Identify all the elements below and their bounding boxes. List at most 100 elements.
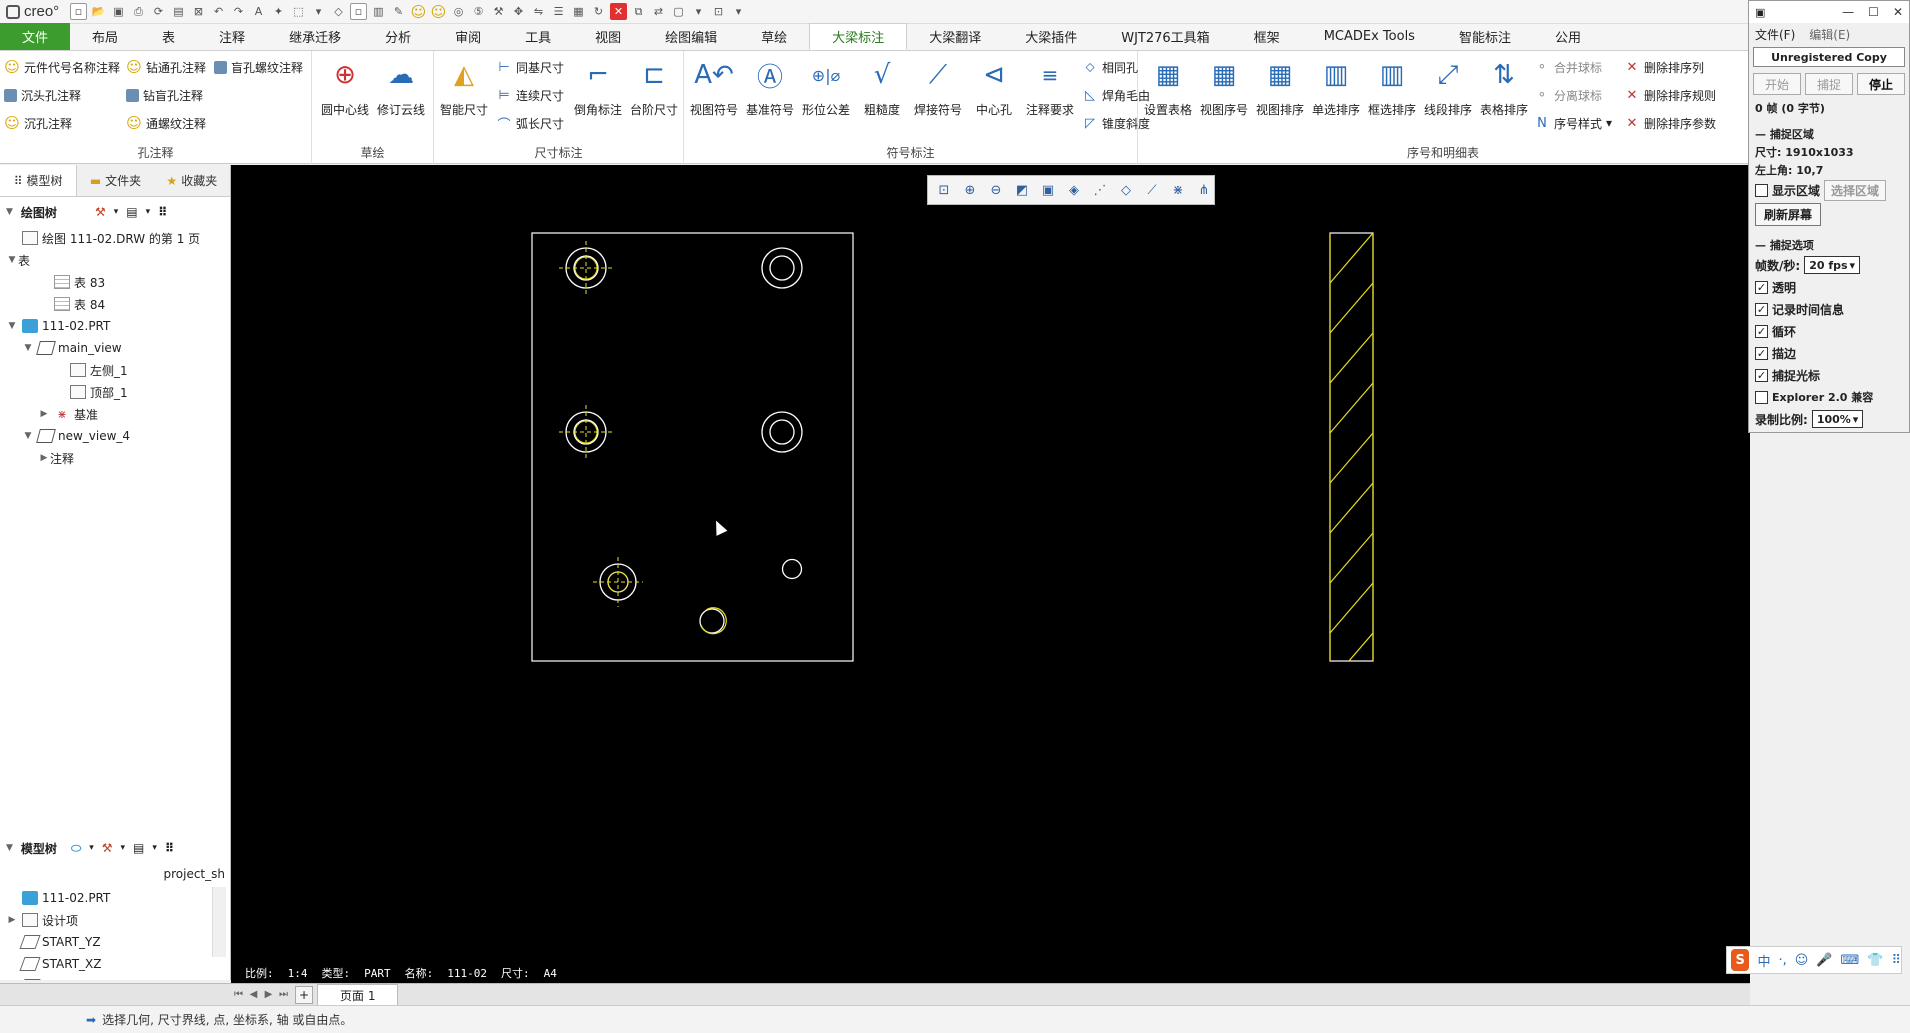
collapse-icon[interactable]: ▼ [6,207,13,217]
model-tree-row[interactable]: ▶ 设计项 [0,909,231,931]
edit-icon[interactable]: ✎ [390,3,407,20]
counterbore-hole-3[interactable] [559,405,613,459]
table-sort-button[interactable]: ⇅ 表格排序 [1476,55,1532,135]
model-icon[interactable]: ⬭ [71,841,81,856]
arc-length-dim-button[interactable]: ⌒ 弧长尺寸 [496,111,564,135]
tab-5[interactable]: 分析 [363,23,433,50]
text-style-icon[interactable]: A [250,3,267,20]
box-sort-button[interactable]: ▥ 框选排序 [1364,55,1420,135]
start-button[interactable]: 开始 [1753,73,1801,95]
print-icon[interactable]: ⎙ [130,3,147,20]
tab-folder[interactable]: ▬ 文件夹 [77,165,153,196]
number-icon[interactable]: ⑤ [470,3,487,20]
toolbox-icon[interactable]: ⠿ [1891,953,1901,968]
eraser-icon[interactable]: ◇ [330,3,347,20]
tab-15[interactable]: 框架 [1232,23,1302,50]
option-checkbox[interactable]: ✓ [1755,280,1768,294]
menu-edit[interactable]: 编辑(E) [1809,26,1850,43]
page-icon[interactable]: ▫ [350,3,367,20]
tree-row[interactable]: ▼ 表 [0,249,230,271]
expand-toggle-icon[interactable]: ▼ [6,321,18,331]
model-tree-row[interactable]: START_YZ [0,931,231,953]
tree-filter-icon[interactable]: ⠿ [158,205,167,219]
chain-dim-button[interactable]: ⊨ 连续尺寸 [496,83,564,107]
tab-9[interactable]: 绘图编辑 [643,23,739,50]
align-icon[interactable]: ☰ [550,3,567,20]
window-switch-icon[interactable]: ⊡ [710,3,727,20]
select-region-button[interactable]: 选择区域 [1824,179,1887,201]
counterbore-hole-5[interactable] [593,557,643,607]
punctuation-icon[interactable]: ·, [1779,953,1787,968]
keyboard-icon[interactable]: ⌨ [1841,953,1860,968]
rotate-icon[interactable]: ↻ [590,3,607,20]
part-code-name-note-button[interactable]: ☺ 元件代号名称注释 [4,55,120,79]
tree-row[interactable]: ▶ ⋇ 基准 [0,403,230,425]
refresh-screen-button[interactable]: 刷新屏幕 [1755,203,1822,226]
tab-0[interactable]: 文件 [0,23,71,50]
smart-dimension-button[interactable]: ◭ 智能尺寸 [436,55,492,135]
tab-6[interactable]: 审阅 [433,23,503,50]
section-view[interactable] [1329,232,1374,683]
small-hole[interactable] [781,558,803,580]
tab-1[interactable]: 布局 [70,23,140,50]
option-checkbox[interactable]: ✓ [1755,368,1768,382]
counterbore-hole-4[interactable] [761,411,803,453]
circle-centerline-button[interactable]: ⊕ 圆中心线 [317,55,373,135]
layers-icon[interactable]: ▥ [370,3,387,20]
datum-symbol-button[interactable]: Ⓐ 基准符号 [742,55,798,135]
tree-settings-icon[interactable]: ⚒ [102,841,113,855]
close-window-icon[interactable]: ⊠ [190,3,207,20]
counterbore-hole-1[interactable] [559,241,613,295]
model-tree-row[interactable]: 111-02.PRT [0,887,231,909]
expand-toggle-icon[interactable]: ▼ [6,255,18,265]
arrange-icon[interactable]: ⇄ [650,3,667,20]
merge-balloon-button[interactable]: ⚬ 合并球标 [1534,55,1602,79]
render-icon[interactable]: ✦ [270,3,287,20]
single-sort-button[interactable]: ▥ 单选排序 [1308,55,1364,135]
tree-filter-icon[interactable]: ⠿ [165,841,174,855]
blind-hole-note-button[interactable]: 钻盲孔注释 [126,83,203,107]
last-page-icon[interactable]: ⏭ [276,989,291,1000]
tree-row[interactable]: 表 84 [0,293,230,315]
model-tree-row[interactable]: START_XZ [0,953,231,975]
capture-button[interactable]: 捕捉 [1805,73,1853,95]
minimize-icon[interactable]: — [1842,5,1854,19]
chevron-down-icon[interactable]: ▾ [146,207,151,217]
add-page-button[interactable]: + [295,985,313,1004]
tree-row[interactable]: 左侧_1 [0,359,230,381]
counterbore-note-button[interactable]: ☺ 沉孔注释 [4,111,72,135]
tab-4[interactable]: 继承迁移 [267,23,363,50]
step-dim-button[interactable]: ⊏ 台阶尺寸 [626,55,682,135]
same-hole-button[interactable]: ⬦ 相同孔 [1082,55,1138,79]
tab-2[interactable]: 表 [140,23,197,50]
table-icon[interactable]: ▦ [570,3,587,20]
chevron-down-icon[interactable]: ▾ [120,843,125,853]
tab-favorites[interactable]: ★ 收藏夹 [154,165,230,196]
dropdown-arrow-icon[interactable]: ▾ [690,3,707,20]
delete-icon[interactable]: ✕ [610,3,627,20]
smiley-icon-1[interactable]: ☺ [410,3,427,21]
through-thread-note-button[interactable]: ☺ 通螺纹注释 [126,111,206,135]
option-checkbox[interactable]: ✓ [1755,302,1768,316]
tree-row[interactable]: 顶部_1 [0,381,230,403]
undo-icon[interactable]: ↶ [210,3,227,20]
customize-qa-icon[interactable]: ▾ [730,3,747,20]
tab-10[interactable]: 草绘 [739,23,809,50]
save-icon[interactable]: ▣ [110,3,127,20]
note-requirement-button[interactable]: ≡ 注释要求 [1022,55,1078,135]
expand-toggle-icon[interactable]: ▼ [22,343,34,353]
weld-symbol-button[interactable]: ⟋ 焊接符号 [910,55,966,135]
option-checkbox[interactable]: ✓ [1755,346,1768,360]
expand-toggle-icon[interactable]: ▼ [22,431,34,441]
balloon-style-button[interactable]: N 序号样式 ▾ [1534,111,1612,135]
move-icon[interactable]: ✥ [510,3,527,20]
tab-16[interactable]: MCADEx Tools [1302,23,1437,50]
first-page-icon[interactable]: ⏮ [231,989,246,1000]
skin-icon[interactable]: 👕 [1867,953,1883,968]
view-balloon-button[interactable]: ▦ 视图序号 [1196,55,1252,135]
tab-11[interactable]: 大梁标注 [809,23,908,50]
tab-18[interactable]: 公用 [1533,23,1603,50]
microphone-icon[interactable]: 🎤 [1816,953,1832,968]
drawing-canvas[interactable]: ⊡ ⊕ ⊖ ◩ ▣ ◈ ⋰ ◇ ⟋ ⋇ ⋔ 比例: 1:4 类型: PART 名… [231,165,1750,983]
delete-sort-param-button[interactable]: ✕ 删除排序参数 [1624,111,1716,135]
